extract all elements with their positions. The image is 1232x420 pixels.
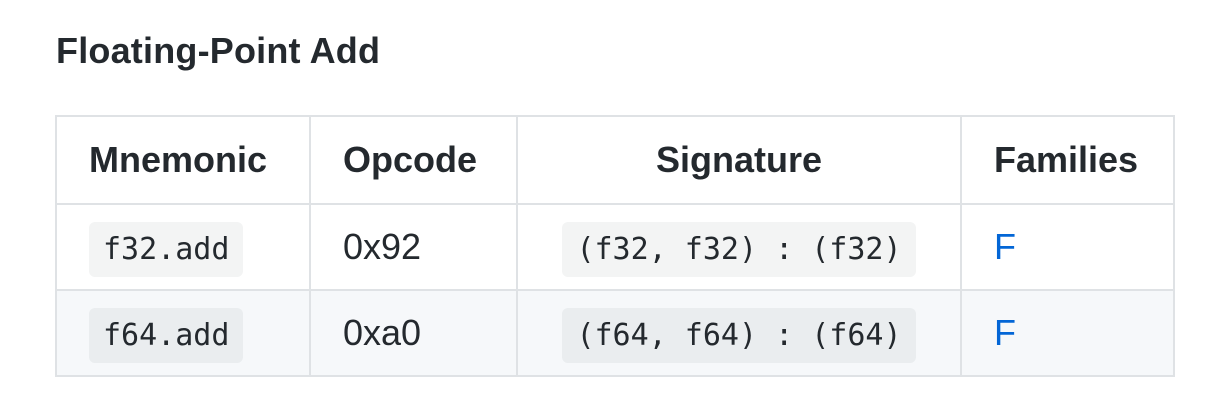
opcode-table: Mnemonic Opcode Signature Families f32.a… xyxy=(55,115,1175,377)
mnemonic-cell: f64.add xyxy=(55,289,311,377)
opcode-cell: 0xa0 xyxy=(309,289,518,377)
table-row: f32.add 0x92 (f32, f32) : (f32) F xyxy=(55,203,1175,291)
family-link[interactable]: F xyxy=(994,226,1016,267)
opcode-cell: 0x92 xyxy=(309,203,518,291)
header-signature: Signature xyxy=(516,115,962,205)
signature-cell: (f64, f64) : (f64) xyxy=(516,289,962,377)
section-heading: Floating-Point Add xyxy=(56,30,381,71)
header-opcode: Opcode xyxy=(309,115,518,205)
families-cell: F xyxy=(960,203,1175,291)
signature-code: (f64, f64) : (f64) xyxy=(562,308,916,363)
mnemonic-cell: f32.add xyxy=(55,203,311,291)
family-link[interactable]: F xyxy=(994,312,1016,353)
signature-code: (f32, f32) : (f32) xyxy=(562,222,916,277)
table-row: f64.add 0xa0 (f64, f64) : (f64) F xyxy=(55,289,1175,377)
families-cell: F xyxy=(960,289,1175,377)
mnemonic-code: f64.add xyxy=(89,308,244,363)
header-mnemonic: Mnemonic xyxy=(55,115,311,205)
table-header-row: Mnemonic Opcode Signature Families xyxy=(55,115,1175,205)
mnemonic-code: f32.add xyxy=(89,222,244,277)
signature-cell: (f32, f32) : (f32) xyxy=(516,203,962,291)
header-families: Families xyxy=(960,115,1175,205)
page: Floating-Point Add Mnemonic Opcode Signa… xyxy=(0,0,1232,420)
